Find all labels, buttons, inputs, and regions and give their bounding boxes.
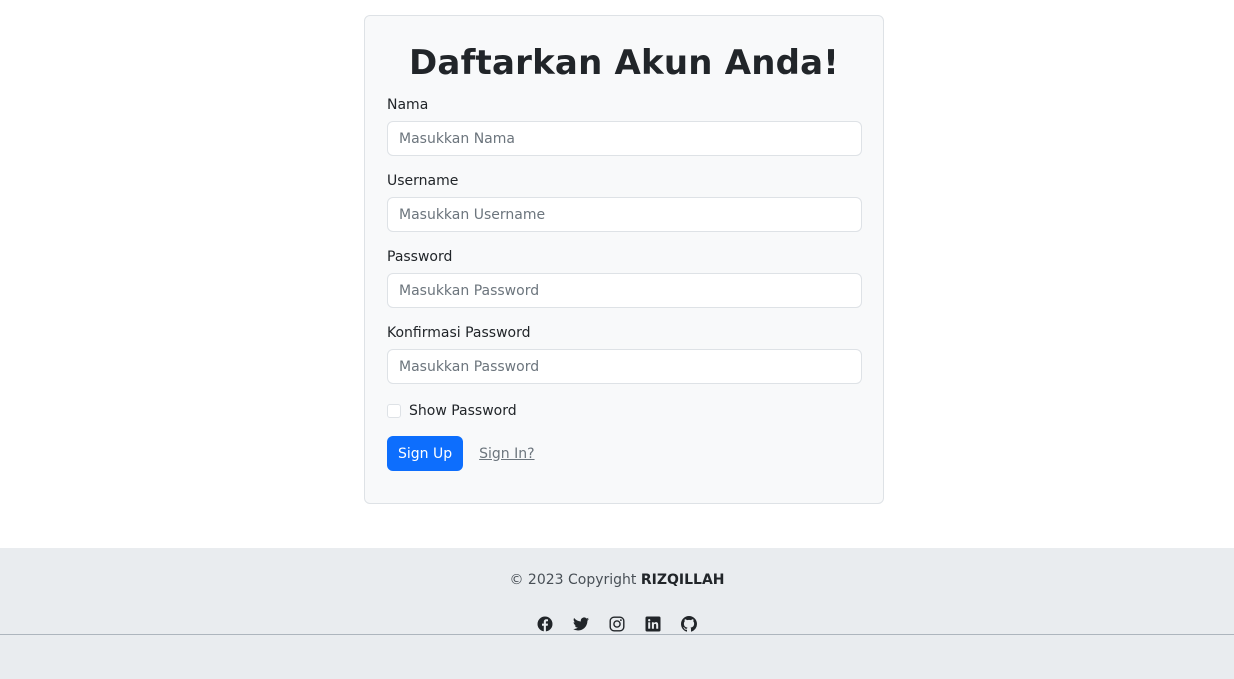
sign-up-button[interactable]: Sign Up (387, 436, 464, 471)
nama-label: Nama (387, 97, 429, 113)
show-password-label[interactable]: Show Password (409, 403, 517, 419)
copyright-text: © 2023 Copyright RIZQILLAH (0, 572, 1234, 588)
signup-card: Daftarkan Akun Anda! Nama Username Passw… (364, 15, 884, 504)
confirm-password-label: Konfirmasi Password (387, 325, 531, 341)
copyright-name: RIZQILLAH (640, 572, 725, 588)
footer-divider (0, 634, 1234, 635)
linkedin-icon[interactable] (645, 616, 661, 632)
show-password-checkbox[interactable] (387, 404, 401, 418)
password-label: Password (387, 249, 453, 265)
form-actions: Sign Up Sign In? (387, 436, 861, 471)
twitter-icon[interactable] (573, 616, 589, 632)
page-title: Daftarkan Akun Anda! (409, 43, 839, 83)
username-input[interactable] (387, 197, 862, 232)
nama-input[interactable] (387, 121, 862, 156)
username-label: Username (387, 173, 459, 189)
social-links (0, 616, 1234, 632)
instagram-icon[interactable] (609, 616, 625, 632)
sign-in-link[interactable]: Sign In? (479, 446, 534, 462)
footer: © 2023 Copyright RIZQILLAH (0, 548, 1234, 679)
password-input[interactable] (387, 273, 862, 308)
facebook-icon[interactable] (537, 616, 553, 632)
confirm-password-input[interactable] (387, 349, 862, 384)
github-icon[interactable] (681, 616, 697, 632)
copyright-prefix: © 2023 Copyright (509, 572, 641, 588)
show-password-row: Show Password (387, 401, 861, 421)
